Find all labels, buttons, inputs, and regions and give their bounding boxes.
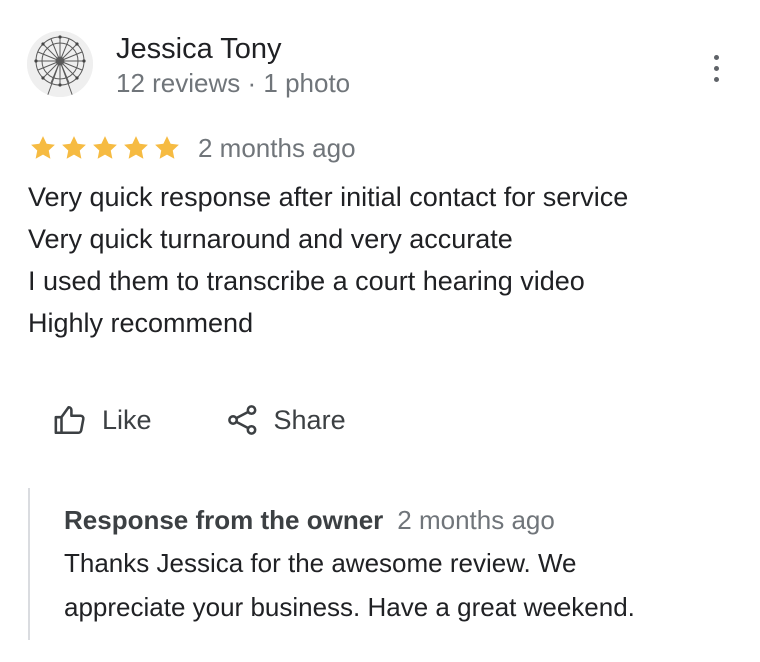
owner-response-time: 2 months ago	[397, 505, 555, 535]
more-vert-icon-dot	[713, 65, 719, 71]
owner-response-title: Response from the owner	[64, 505, 384, 535]
star-icon	[31, 136, 55, 159]
owner-response: Response from the owner 2 months ago Tha…	[28, 488, 730, 640]
owner-response-line: appreciate your business. Have a great w…	[64, 592, 635, 622]
star-icon	[62, 136, 86, 159]
star-icon	[124, 136, 148, 159]
reviewer-meta[interactable]: 12 reviews · 1 photo	[116, 66, 350, 100]
star-icon	[93, 136, 117, 159]
review-text-line: Very quick turnaround and very accurate	[28, 224, 513, 254]
owner-response-text: Thanks Jessica for the awesome review. W…	[64, 541, 724, 629]
like-label: Like	[102, 405, 152, 435]
review-text-line: I used them to transcribe a court hearin…	[28, 266, 585, 296]
review-text-line: Very quick response after initial contac…	[28, 182, 629, 212]
share-button[interactable]: Share	[226, 402, 346, 438]
star-icon	[155, 136, 179, 159]
review-actions: Like Share	[52, 398, 346, 442]
thumb-up-icon	[54, 405, 85, 435]
share-label: Share	[273, 405, 346, 435]
avatar[interactable]	[27, 31, 93, 97]
owner-response-line: Thanks Jessica for the awesome review. W…	[64, 548, 577, 578]
like-button[interactable]: Like	[52, 402, 152, 438]
rating-row: 2 months ago	[28, 130, 356, 166]
more-vert-icon	[713, 54, 719, 60]
star-rating	[28, 133, 182, 163]
review-text: Very quick response after initial contac…	[28, 176, 728, 344]
review-card: Jessica Tony 12 reviews · 1 photo 2 mont…	[0, 0, 760, 662]
owner-response-header: Response from the owner 2 months ago	[64, 503, 555, 537]
review-text-line: Highly recommend	[28, 308, 254, 338]
ferris-wheel-avatar-image	[27, 31, 93, 97]
share-icon	[227, 405, 256, 435]
reviewer-name[interactable]: Jessica Tony	[116, 31, 282, 67]
more-options-button[interactable]	[700, 46, 732, 90]
more-vert-icon-dot	[713, 76, 719, 82]
review-time: 2 months ago	[198, 133, 356, 163]
